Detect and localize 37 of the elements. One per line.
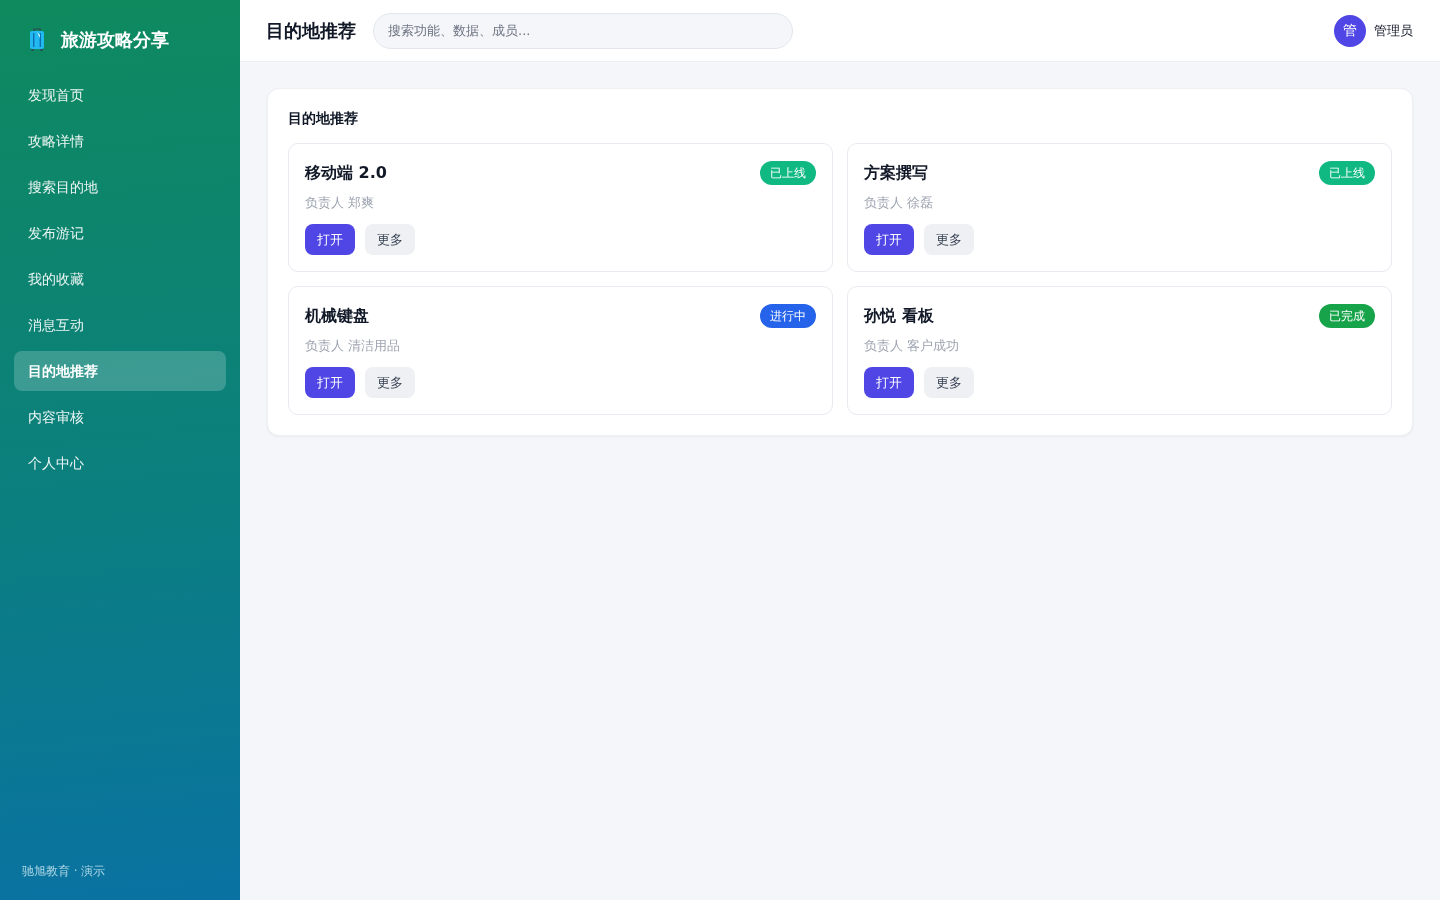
search-field[interactable]: 搜索功能、数据、成员... [373, 12, 793, 49]
nav-item[interactable]: 我的收藏 [14, 259, 226, 299]
card-title: 机械键盘 [305, 305, 369, 327]
panel-title: 目的地推荐 [288, 109, 359, 127]
nav-item[interactable]: 消息互动 [14, 305, 226, 345]
nav-item[interactable]: 目的地推荐 [14, 351, 226, 391]
user-avatar[interactable]: 管 [1334, 14, 1366, 47]
open-button[interactable]: 打开 [305, 224, 355, 255]
card-title: 孙悦 看板 [864, 305, 934, 327]
owner-text: 负责人 郑爽 [305, 194, 376, 212]
app-title: 旅游攻略分享 [61, 28, 169, 52]
page-title: 目的地推荐 [266, 18, 356, 43]
more-button[interactable]: 更多 [365, 224, 415, 255]
open-button[interactable]: 打开 [864, 367, 914, 398]
more-button[interactable]: 更多 [365, 367, 415, 398]
card-title: 移动端 2.0 [305, 162, 387, 184]
nav-item[interactable]: 个人中心 [14, 443, 226, 483]
suitcase-icon [28, 28, 46, 52]
nav-item[interactable]: 内容审核 [14, 397, 226, 437]
open-button[interactable]: 打开 [864, 224, 914, 255]
owner-text: 负责人 客户成功 [864, 337, 961, 355]
card-title: 方案撰写 [864, 162, 928, 184]
open-button[interactable]: 打开 [305, 367, 355, 398]
owner-text: 负责人 徐磊 [864, 194, 935, 212]
nav-item[interactable]: 攻略详情 [14, 121, 226, 161]
nav-item[interactable]: 发布游记 [14, 213, 226, 253]
status-badge: 已完成 [1319, 304, 1375, 328]
more-button[interactable]: 更多 [924, 367, 974, 398]
nav-item[interactable]: 搜索目的地 [14, 167, 226, 207]
status-badge: 进行中 [760, 304, 816, 328]
status-badge: 已上线 [760, 161, 816, 185]
nav-item[interactable]: 发现首页 [14, 75, 226, 115]
footer-text: 驰旭教育 · 演示 [21, 863, 107, 879]
more-button[interactable]: 更多 [924, 224, 974, 255]
owner-text: 负责人 清洁用品 [305, 337, 402, 355]
status-badge: 已上线 [1319, 161, 1375, 185]
user-name: 管理员 [1374, 21, 1413, 40]
